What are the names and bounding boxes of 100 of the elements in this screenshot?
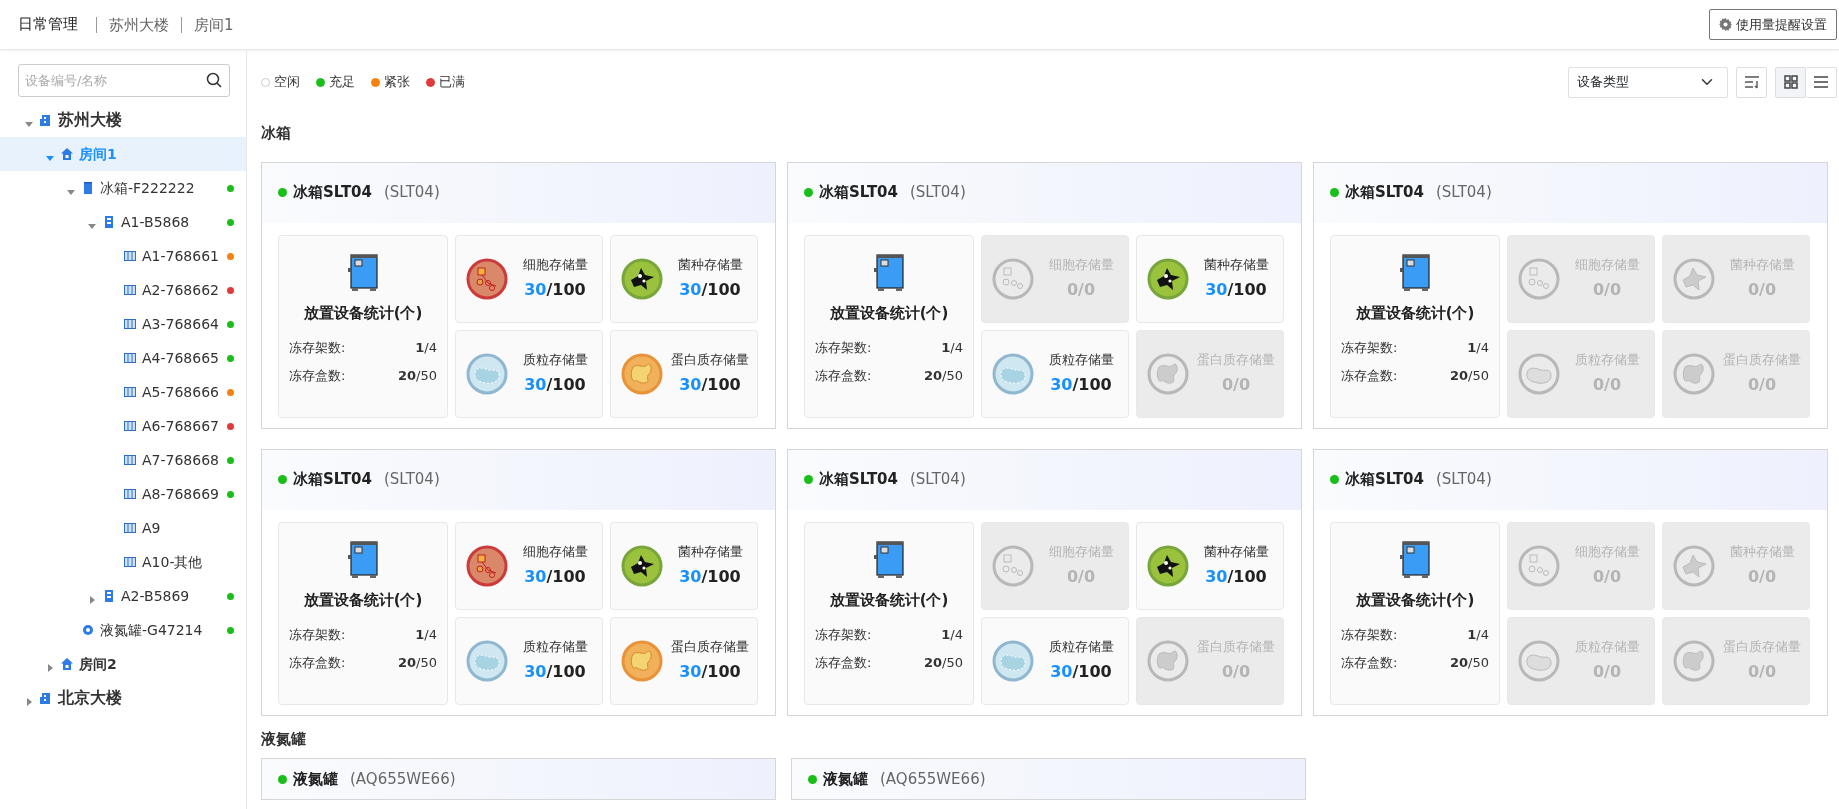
protein-icon <box>1673 639 1715 682</box>
tree-item[interactable]: A1-B5868 <box>0 205 246 239</box>
legend-label: 充足 <box>329 73 355 92</box>
storage-tile[interactable]: 菌种存储量 30/100 <box>1136 521 1284 610</box>
protein-icon <box>1147 639 1189 682</box>
device-card[interactable]: 液氮罐 (AQ655WE66) <box>261 758 776 800</box>
breadcrumb-link[interactable]: 房间1 <box>181 16 246 33</box>
plasmid-icon <box>1518 352 1560 395</box>
storage-tile[interactable]: 质粒存储量 30/100 <box>455 616 603 705</box>
stats-title: 放置设备统计(个) <box>303 589 423 611</box>
stat-value: 1/4 <box>941 626 963 644</box>
tree-item[interactable]: 房间2 <box>0 647 246 681</box>
storage-tile[interactable]: 质粒存储量 30/100 <box>981 329 1129 418</box>
tree-item[interactable]: A7-768668 <box>0 443 246 477</box>
sort-icon <box>1743 75 1760 89</box>
usage-alert-settings-button[interactable]: 使用量提醒设置 <box>1709 8 1837 41</box>
stat-label: 冻存盒数: <box>1341 367 1398 385</box>
sort-button[interactable] <box>1736 66 1767 98</box>
building-icon <box>39 113 53 127</box>
device-type-select[interactable]: 设备类型 <box>1568 66 1728 98</box>
freezer-icon <box>874 253 904 292</box>
cells-icon <box>1518 257 1560 300</box>
stat-value: 20/50 <box>924 367 963 385</box>
device-name: 冰箱SLT04 <box>1345 182 1424 204</box>
device-name: 冰箱SLT04 <box>819 182 898 204</box>
storage-label: 蛋白质存储量 <box>671 350 749 369</box>
storage-tile[interactable]: 菌种存储量 30/100 <box>610 521 758 610</box>
stat-label: 冻存盒数: <box>815 367 872 385</box>
stat-label: 冻存架数: <box>815 626 872 644</box>
device-card[interactable]: 液氮罐 (AQ655WE66) <box>791 758 1306 800</box>
device-name: 冰箱SLT04 <box>1345 469 1424 491</box>
storage-box-icon <box>123 249 137 263</box>
plasmid-icon <box>992 639 1034 682</box>
storage-tile[interactable]: 菌种存储量 30/100 <box>1136 234 1284 323</box>
storage-label: 质粒存储量 <box>522 350 588 369</box>
storage-tile[interactable]: 蛋白质存储量 30/100 <box>610 329 758 418</box>
search-field[interactable]: 设备编号/名称 <box>18 64 230 97</box>
tree-item[interactable]: 冰箱-F222222 <box>0 171 246 205</box>
tree-item[interactable]: A4-768665 <box>0 341 246 375</box>
freezer-icon <box>348 540 378 579</box>
device-card[interactable]: 冰箱SLT04 (SLT04) 放置设备统计(个) 冻存架数: 1/4 冻存盒数: 20/50 细胞存储量 30/100 菌种存储量 30/100 质粒存储量 30/100 蛋白质存储量 30/100 <box>261 448 776 716</box>
stat-label: 冻存盒数: <box>815 654 872 672</box>
tree-item[interactable]: A2-B5869 <box>0 579 246 613</box>
storage-value: 30/100 <box>1205 566 1267 589</box>
tree-item[interactable]: A10-其他 <box>0 545 246 579</box>
storage-label: 菌种存储量 <box>677 542 743 561</box>
storage-label: 菌种存储量 <box>1203 542 1269 561</box>
tree-item[interactable]: A1-768661 <box>0 239 246 273</box>
stats-title: 放置设备统计(个) <box>1355 589 1475 611</box>
device-code: (SLT04) <box>1436 182 1492 204</box>
storage-tile[interactable]: 质粒存储量 30/100 <box>455 329 603 418</box>
stat-label: 冻存架数: <box>289 339 346 357</box>
device-code: (SLT04) <box>910 469 966 491</box>
tree-item[interactable]: 液氮罐-G47214 <box>0 613 246 647</box>
storage-value: 30/100 <box>524 279 586 302</box>
tree-item[interactable]: A9 <box>0 511 246 545</box>
storage-label: 质粒存储量 <box>522 637 588 656</box>
rack-icon <box>102 215 116 229</box>
protein-icon <box>1147 352 1189 395</box>
stat-value: 1/4 <box>415 626 437 644</box>
stat-value: 20/50 <box>924 654 963 672</box>
tree-item[interactable]: A8-768669 <box>0 477 246 511</box>
storage-value: 30/100 <box>524 566 586 589</box>
stat-value: 20/50 <box>1450 367 1489 385</box>
storage-tile[interactable]: 质粒存储量 30/100 <box>981 616 1129 705</box>
storage-tile[interactable]: 细胞存储量 30/100 <box>455 521 603 610</box>
breadcrumb-link[interactable]: 苏州大楼 <box>96 16 181 33</box>
tree-item[interactable]: A2-768662 <box>0 273 246 307</box>
section-title: 冰箱 <box>261 123 292 144</box>
tree-item[interactable]: 北京大楼 <box>0 681 246 715</box>
grid-view-button[interactable] <box>1775 66 1806 98</box>
fridge-icon <box>81 181 95 195</box>
storage-label: 菌种存储量 <box>677 255 743 274</box>
rack-icon <box>102 589 116 603</box>
storage-box-icon <box>123 453 137 467</box>
stat-value: 1/4 <box>415 339 437 357</box>
storage-tile[interactable]: 蛋白质存储量 30/100 <box>610 616 758 705</box>
storage-box-icon <box>123 317 137 331</box>
list-view-button[interactable] <box>1806 66 1837 98</box>
storage-box-icon <box>123 283 137 297</box>
stat-value: 1/4 <box>1467 626 1489 644</box>
tree-item[interactable]: 苏州大楼 <box>0 103 246 137</box>
freezer-icon <box>1400 540 1430 579</box>
bacteria-icon <box>1147 257 1189 300</box>
plasmid-icon <box>466 639 508 682</box>
storage-tile[interactable]: 菌种存储量 30/100 <box>610 234 758 323</box>
freezer-icon <box>1400 253 1430 292</box>
device-card[interactable]: 冰箱SLT04 (SLT04) 放置设备统计(个) 冻存架数: 1/4 冻存盒数: 20/50 细胞存储量 30/100 菌种存储量 30/100 质粒存储量 30/100 蛋白质存储量 30/100 <box>261 161 776 429</box>
tree-item[interactable]: A5-768666 <box>0 375 246 409</box>
grid-icon <box>1783 75 1798 89</box>
device-name: 冰箱SLT04 <box>293 182 372 204</box>
storage-value: 30/100 <box>679 374 741 397</box>
storage-value: 30/100 <box>679 566 741 589</box>
tree-item[interactable]: A3-768664 <box>0 307 246 341</box>
stat-label: 冻存架数: <box>1341 339 1398 357</box>
storage-tile[interactable]: 细胞存储量 30/100 <box>455 234 603 323</box>
tree-item[interactable]: A6-768667 <box>0 409 246 443</box>
cells-icon <box>466 544 508 587</box>
cells-icon <box>992 257 1034 300</box>
protein-icon <box>621 639 663 682</box>
